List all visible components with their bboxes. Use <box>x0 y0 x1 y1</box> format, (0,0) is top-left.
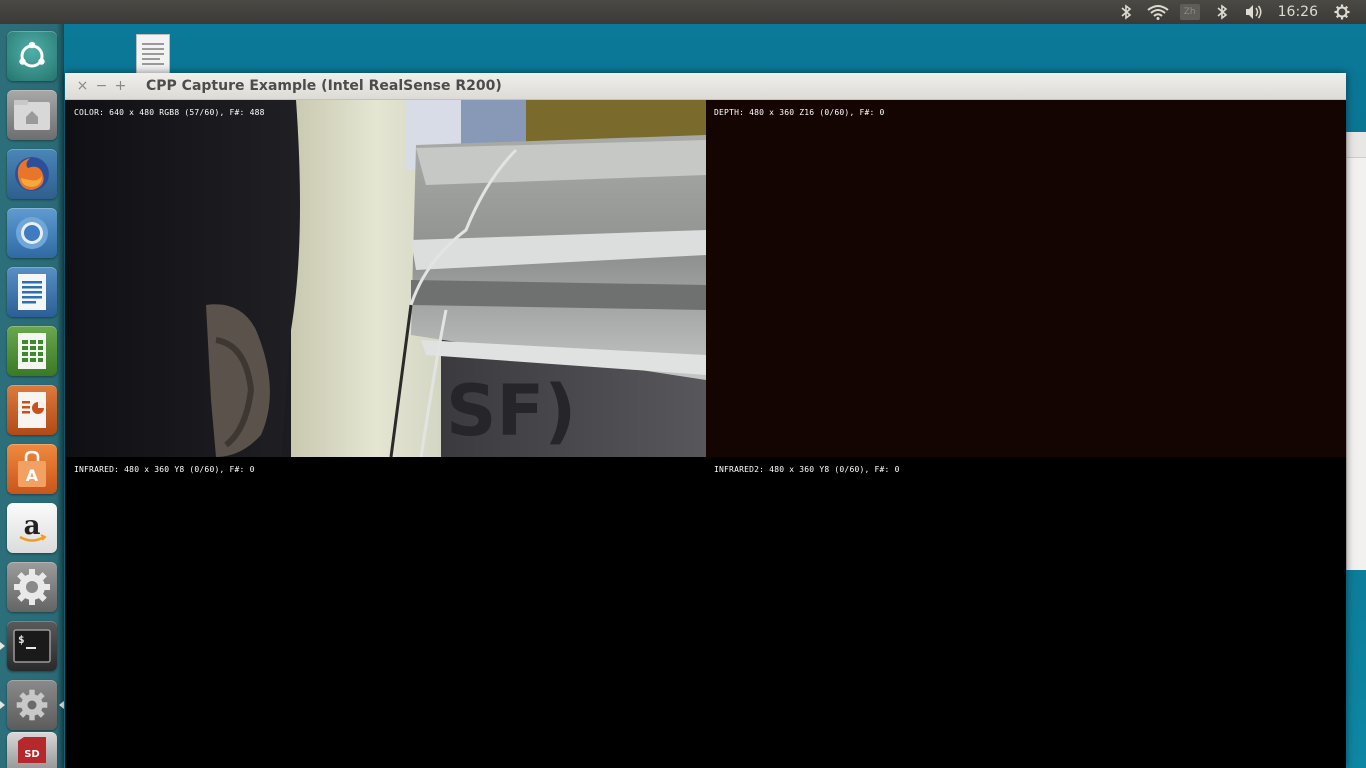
launcher-libreoffice-writer[interactable] <box>7 267 57 317</box>
amazon-logo-icon: a <box>19 511 47 542</box>
infrared-stream-view: INFRARED: 480 x 360 Y8 (0/60), F#: 0 <box>66 457 706 768</box>
bluetooth-icon[interactable] <box>1206 0 1238 24</box>
launcher-libreoffice-impress[interactable] <box>7 385 57 435</box>
minimize-icon: − <box>95 78 108 94</box>
top-panel: Zh 16:26 <box>0 0 1366 24</box>
writer-document-icon <box>18 274 46 310</box>
background-window[interactable] <box>1346 132 1366 570</box>
launcher-files[interactable] <box>7 90 57 140</box>
minimize-button[interactable]: − <box>92 77 111 96</box>
launcher-running-indicator <box>0 642 5 650</box>
launcher-dash-home[interactable] <box>7 31 57 81</box>
launcher-sd-card[interactable]: SD <box>7 732 57 768</box>
wifi-icon[interactable] <box>1142 0 1174 24</box>
chromium-icon <box>16 217 48 249</box>
launcher-capture-example[interactable] <box>7 680 57 730</box>
infrared2-stream-label: INFRARED2: 480 x 360 Y8 (0/60), F#: 0 <box>714 465 900 474</box>
window-titlebar[interactable]: × − + CPP Capture Example (Intel RealSen… <box>65 73 1346 100</box>
desktop-file-icon[interactable] <box>136 34 170 74</box>
close-icon: × <box>76 78 89 94</box>
sd-card-icon: SD <box>18 737 46 763</box>
launcher-amazon[interactable]: a <box>7 503 57 553</box>
depth-stream-label: DEPTH: 480 x 360 Z16 (0/60), F#: 0 <box>714 108 885 117</box>
color-stream-view: SF) COLOR: 640 x 480 RGB8 (57/60), F#: 4… <box>66 100 706 457</box>
close-button[interactable]: × <box>73 77 92 96</box>
calc-spreadsheet-icon <box>18 333 46 369</box>
launcher-focused-indicator <box>59 701 64 709</box>
home-folder-icon <box>14 100 50 130</box>
svg-text:SF): SF) <box>446 370 576 452</box>
svg-text:a: a <box>24 511 41 541</box>
firefox-icon <box>15 157 49 191</box>
svg-text:A: A <box>26 466 39 485</box>
keyboard-icon: Zh <box>1179 4 1200 20</box>
launcher-running-indicator <box>0 701 5 709</box>
window-title: CPP Capture Example (Intel RealSense R20… <box>146 78 502 94</box>
maximize-button[interactable]: + <box>111 77 130 96</box>
power-gear-icon[interactable] <box>1326 0 1358 24</box>
gear-icon <box>16 689 48 721</box>
clock[interactable]: 16:26 <box>1270 4 1326 20</box>
camera-frame-image: SF) <box>66 100 706 457</box>
shopping-bag-icon: A <box>18 450 46 487</box>
gear-icon <box>14 569 50 605</box>
impress-presentation-icon <box>18 392 46 428</box>
launcher-chromium[interactable] <box>7 208 57 258</box>
ubuntu-logo-icon <box>19 41 45 68</box>
color-stream-label: COLOR: 640 x 480 RGB8 (57/60), F#: 488 <box>74 108 265 117</box>
maximize-icon: + <box>114 78 127 94</box>
infrared2-stream-view: INFRARED2: 480 x 360 Y8 (0/60), F#: 0 <box>706 457 1346 768</box>
launcher: A a $ SD <box>0 24 64 768</box>
launcher-firefox[interactable] <box>7 149 57 199</box>
svg-text:$: $ <box>18 633 25 646</box>
infrared-stream-label: INFRARED: 480 x 360 Y8 (0/60), F#: 0 <box>74 465 255 474</box>
volume-icon[interactable] <box>1238 0 1270 24</box>
launcher-system-settings[interactable] <box>7 562 57 612</box>
launcher-terminal[interactable]: $ <box>7 621 57 671</box>
capture-window: × − + CPP Capture Example (Intel RealSen… <box>65 73 1346 768</box>
depth-stream-view: DEPTH: 480 x 360 Z16 (0/60), F#: 0 <box>706 100 1346 457</box>
launcher-software-center[interactable]: A <box>7 444 57 494</box>
svg-text:SD: SD <box>24 749 40 760</box>
launcher-libreoffice-calc[interactable] <box>7 326 57 376</box>
bluetooth-icon[interactable] <box>1110 0 1142 24</box>
terminal-icon: $ <box>13 629 51 663</box>
keyboard-indicator[interactable]: Zh <box>1174 0 1206 24</box>
